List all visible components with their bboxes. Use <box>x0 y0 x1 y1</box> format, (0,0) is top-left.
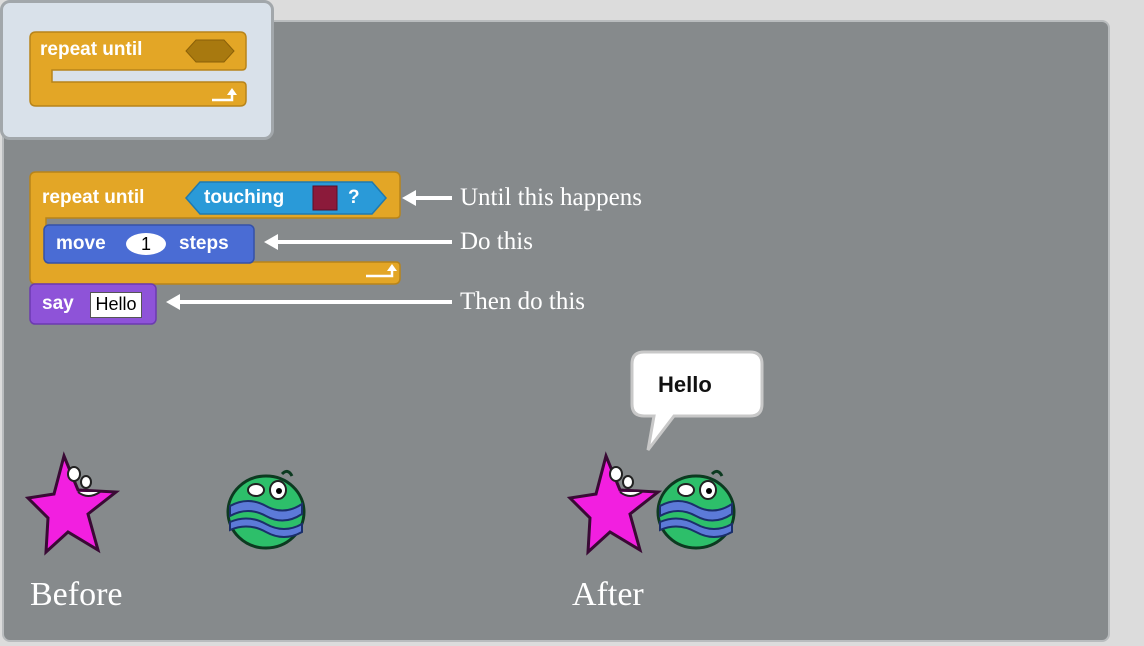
touching-label: touching <box>204 187 285 208</box>
arrow-until <box>402 190 452 206</box>
annotation-then: Then do this <box>460 288 585 315</box>
arrow-do <box>264 234 452 250</box>
speech-bubble-text: Hello <box>658 372 712 397</box>
palette-repeat-until-label: repeat until <box>40 39 143 60</box>
blob-sprite-after <box>656 469 736 550</box>
steps-label: steps <box>179 233 229 254</box>
after-caption: After <box>572 576 644 613</box>
steps-input-value[interactable]: 1 <box>136 232 156 256</box>
annotation-do: Do this <box>460 228 533 255</box>
repeat-until-label: repeat until <box>42 187 145 208</box>
arrow-then <box>166 294 452 310</box>
blocks-graphics <box>24 31 764 556</box>
say-label: say <box>42 293 74 314</box>
blob-sprite-before <box>226 469 306 550</box>
touching-question-label: ? <box>348 187 360 208</box>
touching-color-swatch[interactable] <box>312 185 338 211</box>
speech-bubble <box>630 350 764 451</box>
starfish-sprite-after <box>566 451 663 556</box>
before-caption: Before <box>30 576 123 613</box>
say-text-input[interactable]: Hello <box>90 292 142 318</box>
move-label: move <box>56 233 106 254</box>
annotation-until: Until this happens <box>460 184 642 211</box>
starfish-sprite-before <box>24 451 121 556</box>
